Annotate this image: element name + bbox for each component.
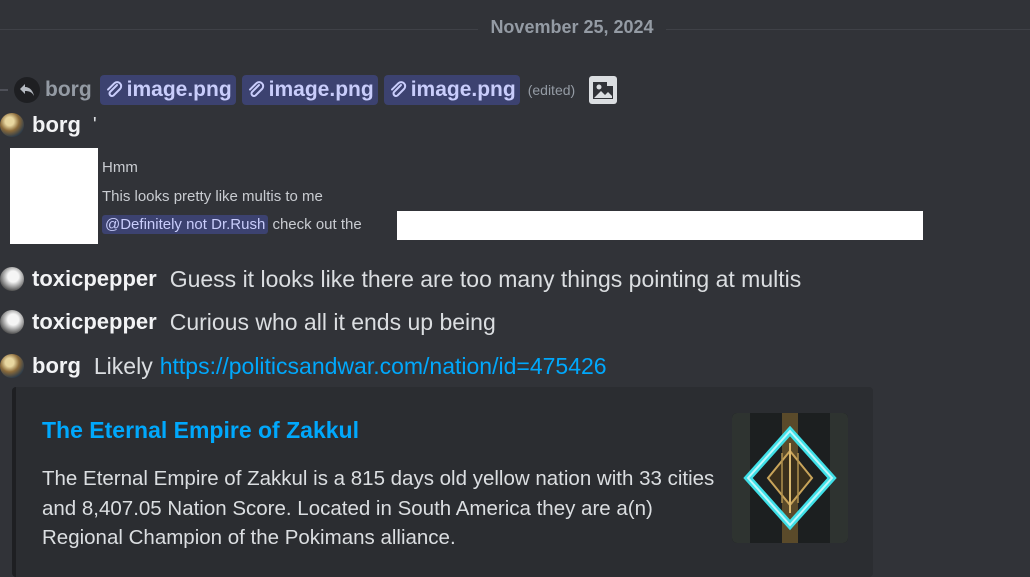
avatar[interactable] (0, 310, 24, 334)
screenshot-text: This looks pretty like multis to me (102, 188, 323, 205)
message-header: borg ' (0, 110, 97, 140)
screenshot-text: check out the (272, 216, 362, 233)
reply-arrow-icon (14, 77, 40, 103)
redacted-block (10, 148, 98, 244)
message-text: Curious who all it ends up being (169, 308, 496, 335)
paperclip-icon (390, 81, 406, 97)
link-embed: The Eternal Empire of Zakkul The Eternal… (12, 387, 873, 577)
avatar[interactable] (0, 267, 24, 291)
attachment-name: image.png (410, 78, 516, 101)
username[interactable]: borg (32, 353, 81, 379)
username[interactable]: toxicpepper (32, 266, 157, 292)
attachment-name: image.png (268, 78, 374, 101)
redacted-block (397, 211, 923, 240)
avatar[interactable] (0, 354, 24, 378)
image-icon[interactable] (589, 76, 618, 104)
username[interactable]: toxicpepper (32, 309, 157, 335)
attachment-link[interactable]: image.png (383, 75, 520, 105)
nation-link[interactable]: https://politicsandwar.com/nation/id=475… (160, 353, 607, 380)
edited-label: (edited) (527, 82, 576, 98)
message-text: Likely (93, 352, 153, 379)
message: toxicpepper Guess it looks like there ar… (0, 263, 801, 295)
attachment-name: image.png (126, 78, 232, 101)
paperclip-icon (106, 81, 122, 97)
date-divider: November 25, 2024 (490, 17, 654, 37)
attachment-link[interactable]: image.png (99, 75, 236, 105)
mention: @Definitely not Dr.Rush (102, 215, 269, 234)
message: borg Likely https://politicsandwar.com/n… (0, 350, 607, 382)
message-text: Guess it looks like there are too many t… (169, 265, 802, 292)
screenshot-line: @Definitely not Dr.Rush check out the (102, 215, 362, 234)
date-divider-line-right (666, 29, 1030, 30)
avatar[interactable] (0, 113, 24, 137)
embed-description: The Eternal Empire of Zakkul is a 815 da… (42, 467, 715, 549)
reply-reference[interactable]: borg image.png image.png image.png (edit… (0, 74, 618, 106)
message: toxicpepper Curious who all it ends up b… (0, 306, 496, 338)
message-text: ' (92, 113, 97, 136)
date-divider-line-left (0, 29, 478, 30)
reply-username[interactable]: borg (45, 78, 92, 102)
nation-flag-icon[interactable] (732, 413, 848, 543)
embed-title[interactable]: The Eternal Empire of Zakkul (42, 417, 359, 444)
screenshot-text: Hmm (102, 159, 138, 176)
paperclip-icon (248, 81, 264, 97)
username[interactable]: borg (32, 112, 81, 138)
reply-spine (0, 89, 8, 91)
attachment-link[interactable]: image.png (241, 75, 378, 105)
